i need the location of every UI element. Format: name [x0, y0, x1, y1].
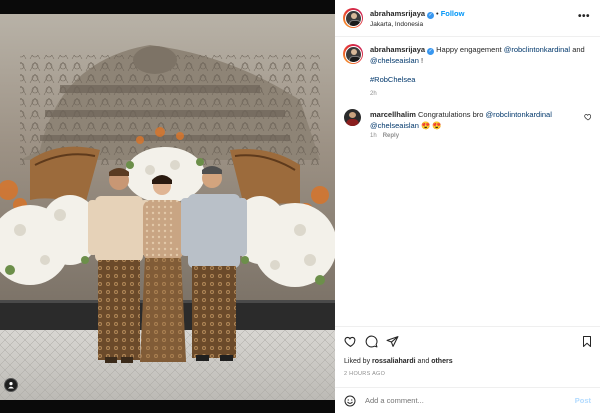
verified-badge-icon: ✓	[427, 12, 435, 19]
tagged-users-icon[interactable]	[4, 378, 18, 392]
post-location[interactable]: Jakarta, Indonesia	[370, 21, 423, 28]
caption-text: Happy engagement	[436, 45, 504, 54]
post-comment-button[interactable]: Post	[575, 396, 591, 405]
comment-mention-chelseaislan[interactable]: @chelseaislan	[370, 121, 419, 130]
emoji-icon[interactable]	[344, 395, 356, 409]
caption-mention-chelseaislan[interactable]: @chelseaislan	[370, 56, 419, 65]
post-dialog: abrahamsrijaya ✓ • Follow Jakarta, Indonesi…	[0, 0, 600, 413]
post-timestamp[interactable]: 2 HOURS AGO	[344, 371, 385, 377]
commenter-avatar[interactable]	[344, 109, 361, 126]
comment-meta: 1h Reply	[370, 133, 399, 139]
action-bar: Liked by rossaliahardi and others 2 HOUR…	[335, 326, 600, 413]
person-center	[140, 175, 186, 362]
comment-body: Congratulations bro	[417, 110, 486, 119]
engagement-photo-illustration	[0, 0, 335, 413]
caption-hashtag[interactable]: #RobChelsea	[370, 75, 590, 86]
likes-summary: Liked by rossaliahardi and others	[344, 358, 453, 365]
comment-like-heart-icon[interactable]	[584, 113, 592, 123]
post-photo[interactable]	[0, 0, 335, 413]
share-icon[interactable]	[386, 335, 399, 350]
comment-mention-robclintonkardinal[interactable]: @robclintonkardinal	[486, 110, 552, 119]
add-comment-bar: Post	[335, 387, 600, 413]
comment-emoji: 😍 😍	[420, 120, 442, 130]
separator: •	[436, 9, 439, 18]
caption-text-end: !	[418, 55, 424, 65]
likes-prefix: Liked by	[344, 358, 373, 365]
post-caption: abrahamsrijaya ✓ Happy engagement @robcli…	[370, 45, 590, 99]
follow-button[interactable]: Follow	[441, 9, 465, 18]
reply-button[interactable]: Reply	[383, 133, 399, 139]
caption-author-avatar[interactable]	[343, 44, 363, 64]
likes-middle: and	[415, 358, 432, 365]
caption-author-username[interactable]: abrahamsrijaya	[370, 45, 425, 54]
caption-text-between: and	[570, 45, 585, 54]
author-avatar[interactable]	[343, 8, 363, 28]
heart-icon[interactable]	[344, 335, 357, 350]
comment-icon[interactable]	[365, 335, 378, 350]
liker-username[interactable]: rossaliahardi	[372, 358, 416, 365]
comment-text: marcellhalim Congratulations bro @robcli…	[370, 110, 575, 131]
bookmark-icon[interactable]	[581, 335, 593, 350]
author-row: abrahamsrijaya ✓ • Follow	[370, 9, 464, 19]
verified-badge-icon: ✓	[427, 48, 435, 55]
comment-item: marcellhalim Congratulations bro @robcli…	[335, 107, 600, 147]
comment-time: 1h	[370, 133, 377, 139]
caption-time[interactable]: 2h	[370, 89, 590, 100]
likes-others-link[interactable]: others	[431, 358, 452, 365]
comment-input[interactable]	[365, 396, 555, 405]
caption-mention-robclintonkardinal[interactable]: @robclintonkardinal	[504, 45, 570, 54]
ellipsis-icon[interactable]: •••	[578, 11, 590, 22]
post-side-panel: abrahamsrijaya ✓ • Follow Jakarta, Indonesi…	[335, 0, 600, 413]
post-header: abrahamsrijaya ✓ • Follow Jakarta, Indonesi…	[335, 0, 600, 37]
commenter-username[interactable]: marcellhalim	[370, 110, 416, 119]
author-username[interactable]: abrahamsrijaya	[370, 9, 425, 18]
